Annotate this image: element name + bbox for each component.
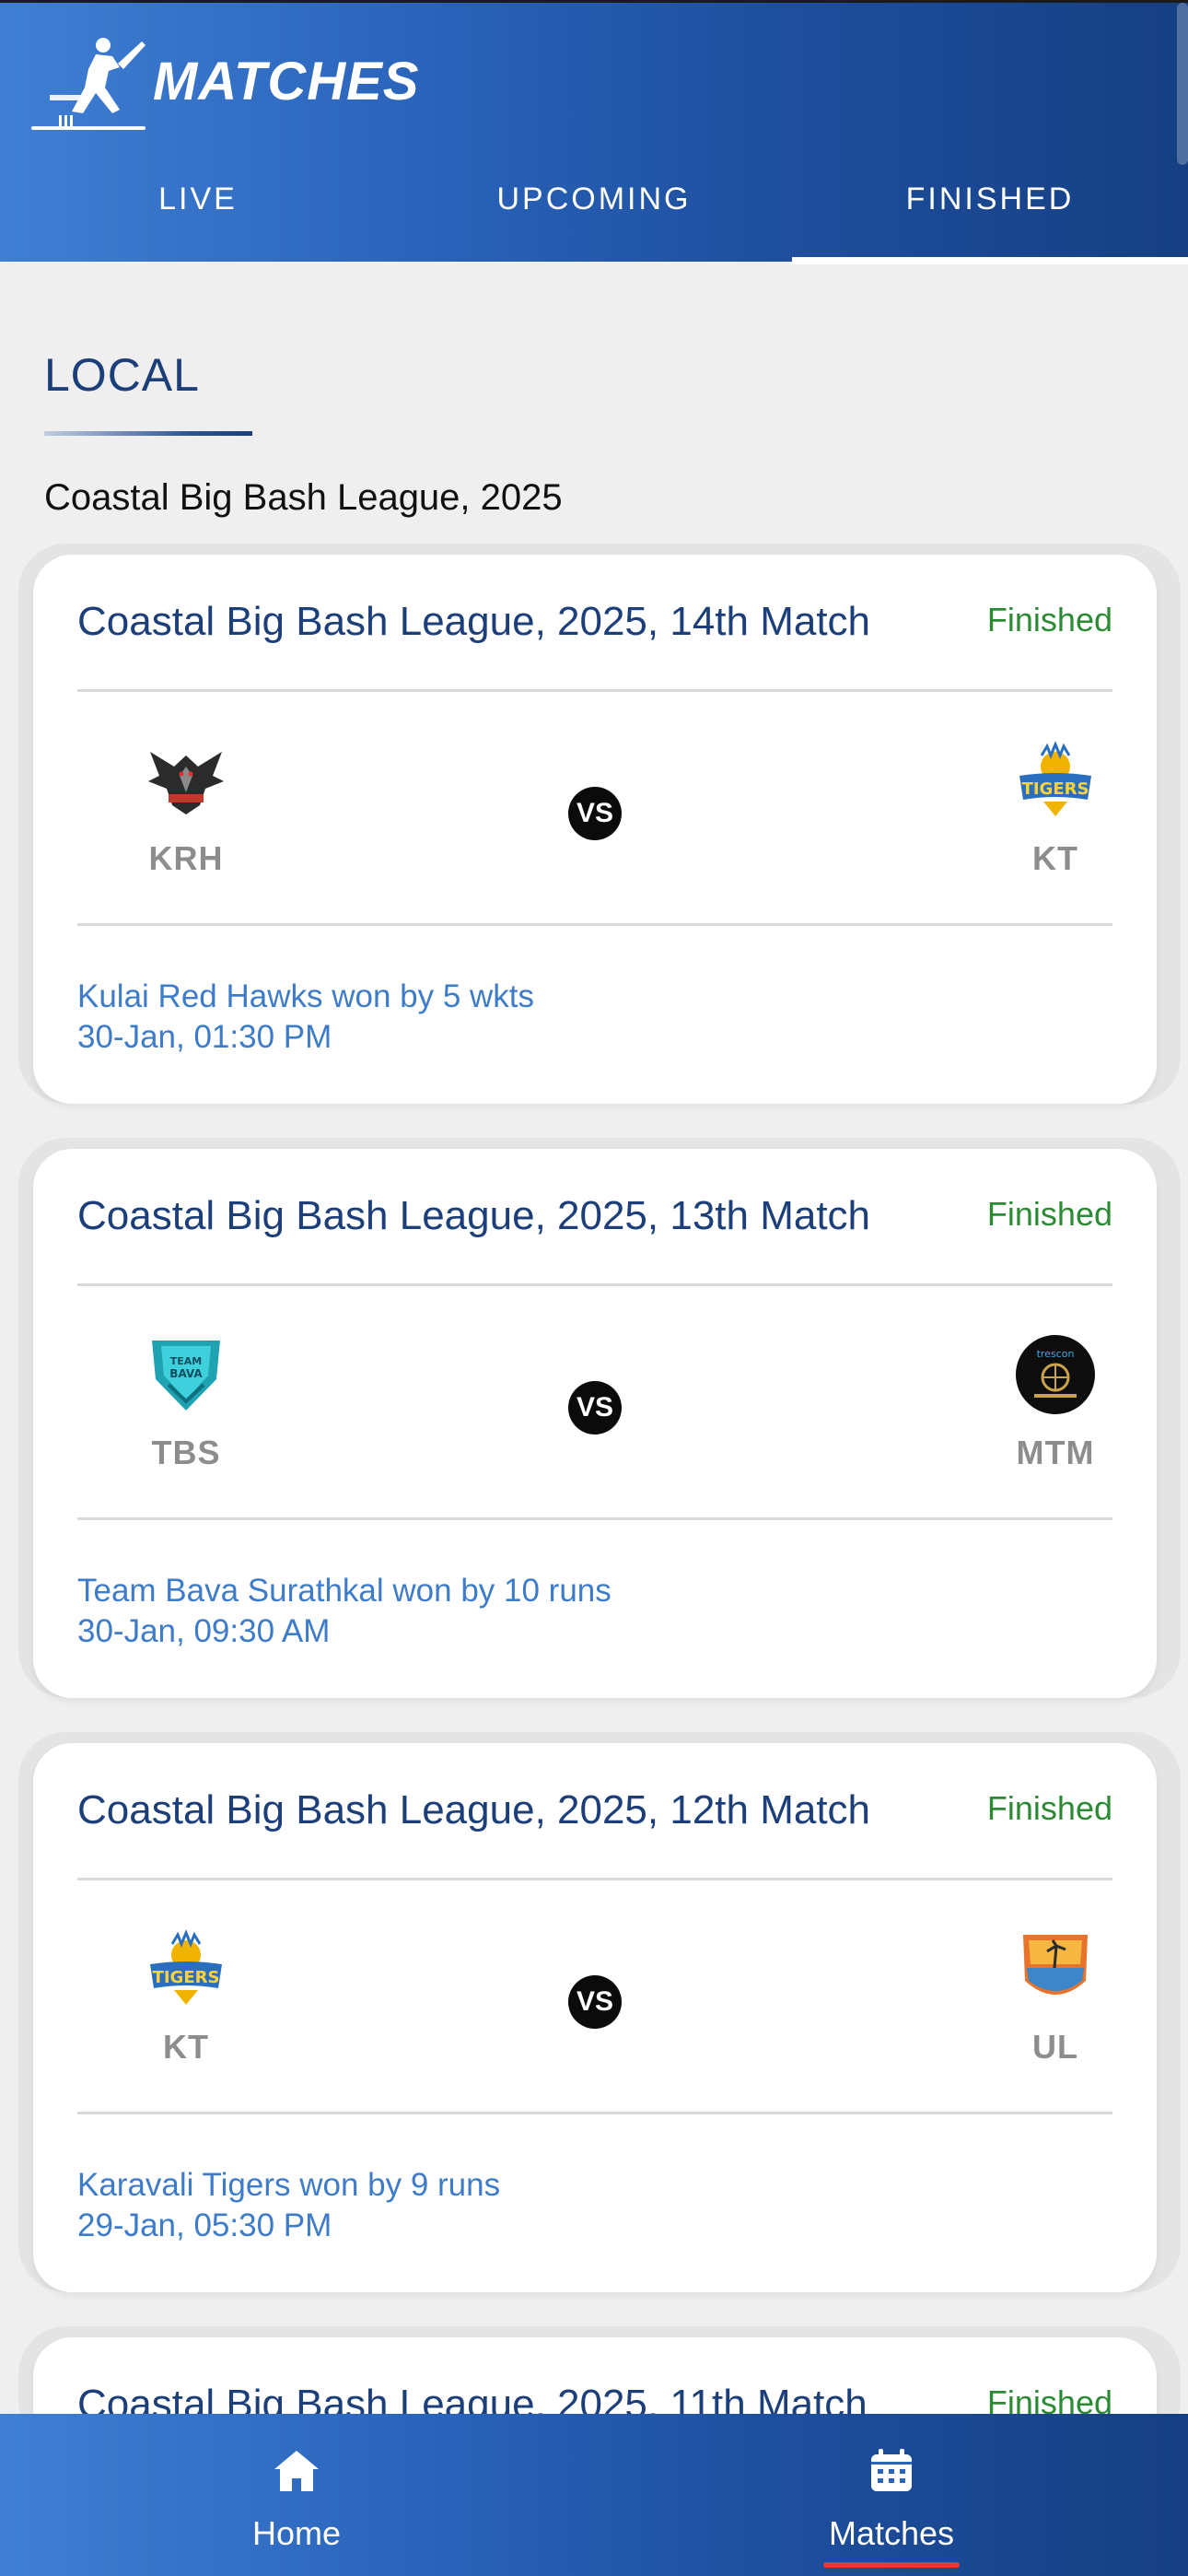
match-card-wrapper: Coastal Big Bash League, 2025, 14th Matc…	[18, 544, 1181, 1104]
match-card[interactable]: Coastal Big Bash League, 2025, 13th Matc…	[33, 1149, 1157, 1698]
team-home: KRH	[131, 739, 241, 878]
team-bava-logo: TEAM BAVA	[152, 1341, 220, 1411]
svg-text:TEAM: TEAM	[170, 1355, 202, 1367]
vs-badge: VS	[568, 1975, 622, 2029]
vs-badge: VS	[568, 787, 622, 840]
match-status: Finished	[986, 1195, 1112, 1233]
team-code: UL	[1032, 2028, 1078, 2066]
svg-text:TIGERS: TIGERS	[153, 1968, 220, 1987]
svg-text:trescon: trescon	[1037, 1348, 1075, 1360]
divider	[77, 1283, 1112, 1286]
svg-text:TIGERS: TIGERS	[1022, 779, 1089, 799]
match-card[interactable]: Coastal Big Bash League, 2025, 14th Matc…	[33, 555, 1157, 1104]
team-code: KT	[1032, 839, 1078, 877]
tab-upcoming[interactable]: UPCOMING	[396, 169, 792, 264]
hawk-logo	[148, 752, 224, 814]
match-datetime: 30-Jan, 09:30 AM	[77, 1613, 331, 1649]
match-title: Coastal Big Bash League, 2025, 12th Matc…	[77, 1787, 871, 1832]
tigers-logo: TIGERS	[150, 1929, 222, 2005]
team-code: TBS	[151, 1434, 221, 1471]
match-tabs: LIVE UPCOMING FINISHED	[0, 169, 1188, 264]
match-card[interactable]: Coastal Big Bash League, 2025, 12th Matc…	[33, 1743, 1157, 2292]
team-home: TEAM BAVA TBS	[131, 1333, 241, 1472]
tigers-logo: TIGERS	[1019, 741, 1091, 816]
divider	[77, 2112, 1112, 2114]
vs-badge: VS	[568, 1381, 622, 1434]
section-title: LOCAL	[44, 349, 200, 401]
team-away: TIGERS KT	[998, 739, 1112, 878]
divider	[77, 1517, 1112, 1520]
nav-home-label: Home	[251, 2514, 342, 2552]
calendar-icon	[871, 2449, 912, 2491]
match-status: Finished	[986, 1789, 1112, 1827]
home-icon	[274, 2451, 319, 2491]
bottom-navigation: Home Matches	[0, 2414, 1188, 2576]
nav-home[interactable]: Home	[204, 2445, 389, 2553]
scrollbar[interactable]	[1177, 3, 1188, 165]
divider	[77, 689, 1112, 692]
svg-text:BAVA: BAVA	[169, 1367, 203, 1380]
match-result: Team Bava Surathkal won by 10 runs	[77, 1573, 611, 1609]
match-card-wrapper: Coastal Big Bash League, 2025, 12th Matc…	[18, 1732, 1181, 2292]
team-away: trescon MTM	[998, 1333, 1112, 1472]
tab-finished[interactable]: FINISHED	[792, 169, 1188, 264]
match-card-wrapper: Coastal Big Bash League, 2025, 13th Matc…	[18, 1138, 1181, 1698]
page-title: MATCHES	[153, 52, 420, 111]
nav-matches-label: Matches	[828, 2514, 955, 2552]
match-result: Karavali Tigers won by 9 runs	[77, 2167, 501, 2203]
team-home: TIGERS KT	[131, 1927, 241, 2067]
match-datetime: 29-Jan, 05:30 PM	[77, 2207, 332, 2243]
team-code: KT	[163, 2028, 209, 2066]
divider	[77, 923, 1112, 926]
tab-live[interactable]: LIVE	[0, 169, 396, 264]
app-header: MATCHES LIVE UPCOMING FINISHED	[0, 0, 1188, 264]
match-title: Coastal Big Bash League, 2025, 14th Matc…	[77, 599, 871, 644]
match-status: Finished	[986, 601, 1112, 638]
divider	[77, 1878, 1112, 1880]
league-name: Coastal Big Bash League, 2025	[44, 477, 563, 518]
active-indicator	[823, 2562, 960, 2568]
team-code: MTM	[1016, 1434, 1095, 1471]
cricket-batsman-icon	[31, 38, 146, 130]
section-underline	[44, 431, 252, 436]
match-title: Coastal Big Bash League, 2025, 13th Matc…	[77, 1193, 871, 1238]
team-away: UL	[998, 1927, 1112, 2067]
match-result: Kulai Red Hawks won by 5 wkts	[77, 978, 535, 1014]
mtm-logo: trescon	[1016, 1335, 1095, 1414]
ul-logo	[1023, 1935, 1088, 1995]
team-code: KRH	[148, 839, 224, 877]
nav-matches[interactable]: Matches	[799, 2445, 984, 2568]
match-datetime: 30-Jan, 01:30 PM	[77, 1019, 332, 1055]
